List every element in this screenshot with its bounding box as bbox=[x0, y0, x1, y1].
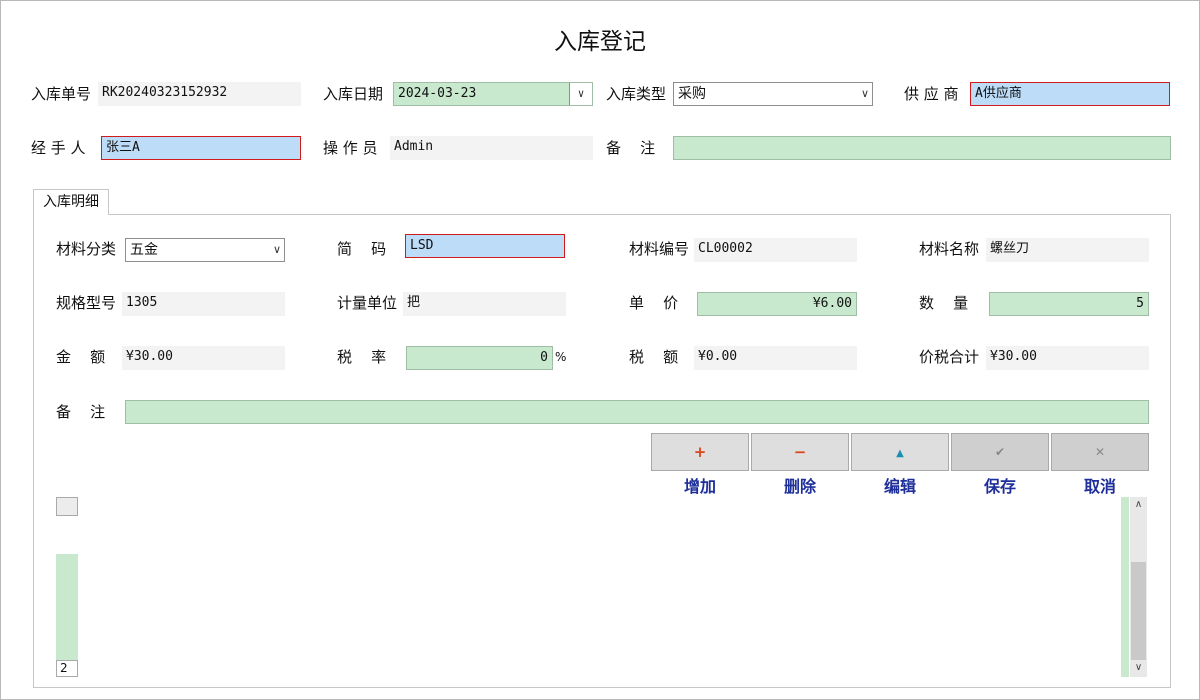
chevron-down-icon[interactable]: ∨ bbox=[569, 83, 592, 105]
delete-label[interactable]: 删除 bbox=[751, 473, 849, 497]
edit-label[interactable]: 编辑 bbox=[851, 473, 949, 497]
qty-label: 数 量 bbox=[919, 294, 969, 312]
minus-icon: − bbox=[793, 443, 807, 461]
tax-rate-field[interactable]: 0 bbox=[406, 346, 553, 370]
tab-detail[interactable]: 入库明细 bbox=[33, 189, 109, 215]
order-no-field: RK20240323152932 bbox=[98, 82, 301, 106]
tax-label: 税 额 bbox=[629, 348, 679, 366]
chevron-down-icon: ∨ bbox=[272, 243, 281, 256]
save-label[interactable]: 保存 bbox=[951, 473, 1049, 497]
type-label: 入库类型 bbox=[606, 85, 667, 103]
remark-label: 备 注 bbox=[606, 139, 656, 157]
total-field: ¥30.00 bbox=[986, 346, 1149, 370]
amount-label: 金 额 bbox=[56, 348, 106, 366]
type-value: 采购 bbox=[678, 86, 706, 102]
tax-rate-label: 税 率 bbox=[337, 348, 387, 366]
detail-remark-label: 备 注 bbox=[56, 403, 106, 421]
add-label[interactable]: 增加 bbox=[651, 473, 749, 497]
plus-icon: + bbox=[693, 443, 707, 461]
unit-label: 计量单位 bbox=[337, 294, 398, 312]
material-name-field: 螺丝刀 bbox=[986, 238, 1149, 262]
supplier-label: 供 应 商 bbox=[904, 85, 959, 103]
order-no-label: 入库单号 bbox=[31, 85, 92, 103]
operator-label: 操 作 员 bbox=[323, 139, 378, 157]
grid-edge bbox=[1121, 497, 1129, 677]
edit-button[interactable]: ▲ bbox=[851, 433, 949, 471]
remark-field[interactable] bbox=[673, 136, 1171, 160]
material-no-field: CL00002 bbox=[694, 238, 857, 262]
price-label: 单 价 bbox=[629, 294, 679, 312]
material-no-label: 材料编号 bbox=[629, 240, 690, 258]
cancel-label[interactable]: 取消 bbox=[1051, 473, 1149, 497]
delete-button[interactable]: − bbox=[751, 433, 849, 471]
supplier-field[interactable]: A供应商 bbox=[970, 82, 1170, 106]
code-label: 简 码 bbox=[337, 240, 387, 258]
date-label: 入库日期 bbox=[323, 85, 384, 103]
triangle-up-icon: ▲ bbox=[896, 448, 904, 459]
date-picker[interactable]: 2024-03-23 ∨ bbox=[393, 82, 593, 106]
price-field[interactable]: ¥6.00 bbox=[697, 292, 857, 316]
chevron-down-icon: ∨ bbox=[860, 87, 869, 100]
add-button[interactable]: + bbox=[651, 433, 749, 471]
category-select[interactable]: 五金 ∨ bbox=[125, 238, 285, 262]
grid-corner-button[interactable] bbox=[56, 497, 78, 516]
category-label: 材料分类 bbox=[56, 240, 117, 258]
code-field[interactable]: LSD bbox=[405, 234, 565, 258]
scroll-down-icon[interactable]: ∨ bbox=[1130, 662, 1147, 673]
spec-field: 1305 bbox=[122, 292, 285, 316]
check-icon: ✔ bbox=[994, 445, 1006, 459]
detail-remark-field[interactable] bbox=[125, 400, 1149, 424]
close-icon: ✕ bbox=[1094, 445, 1106, 459]
category-value: 五金 bbox=[130, 242, 158, 258]
save-button[interactable]: ✔ bbox=[951, 433, 1049, 471]
page-title: 入库登记 bbox=[554, 29, 646, 55]
unit-field: 把 bbox=[403, 292, 566, 316]
scroll-up-icon[interactable]: ∧ bbox=[1130, 499, 1147, 510]
operator-field: Admin bbox=[390, 136, 593, 160]
handler-field[interactable]: 张三A bbox=[101, 136, 301, 160]
percent-sign: % bbox=[555, 350, 567, 364]
row-number: 2 bbox=[56, 660, 78, 677]
qty-field[interactable]: 5 bbox=[989, 292, 1149, 316]
type-select[interactable]: 采购 ∨ bbox=[673, 82, 873, 106]
date-value: 2024-03-23 bbox=[398, 86, 477, 101]
amount-field: ¥30.00 bbox=[122, 346, 285, 370]
total-label: 价税合计 bbox=[919, 348, 980, 366]
grid-row-header[interactable] bbox=[56, 554, 78, 660]
material-name-label: 材料名称 bbox=[919, 240, 980, 258]
spec-label: 规格型号 bbox=[56, 294, 117, 312]
cancel-button[interactable]: ✕ bbox=[1051, 433, 1149, 471]
tax-field: ¥0.00 bbox=[694, 346, 857, 370]
handler-label: 经 手 人 bbox=[31, 139, 86, 157]
scrollbar-thumb[interactable] bbox=[1131, 562, 1146, 660]
